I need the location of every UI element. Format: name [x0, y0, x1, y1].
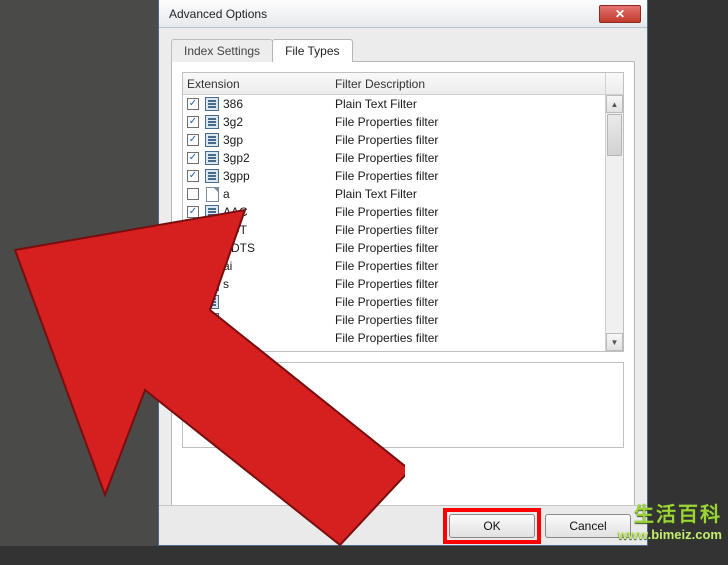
- group-label: be indexed?: [193, 371, 258, 385]
- watermark: 生活百科 www.bimeiz.com: [548, 486, 728, 546]
- row-checkbox[interactable]: ✓: [187, 206, 199, 218]
- table-row[interactable]: ✓ 3gp2File Properties filter: [183, 149, 623, 167]
- watermark-brand: 生活百科: [634, 498, 722, 527]
- close-button[interactable]: ✕: [599, 5, 641, 23]
- media-file-icon: [205, 205, 219, 219]
- table-row[interactable]: ✓ File Properties filter: [183, 293, 623, 311]
- row-checkbox[interactable]: ✓: [187, 242, 199, 254]
- watermark-url: www.bimeiz.com: [618, 527, 722, 542]
- row-filter: File Properties filter: [331, 313, 623, 327]
- media-file-icon: [205, 169, 219, 183]
- table-row[interactable]: ✓ aiFile Properties filter: [183, 257, 623, 275]
- row-extension: ADTS: [221, 241, 331, 255]
- media-file-icon: [205, 331, 219, 345]
- row-checkbox[interactable]: ✓: [187, 134, 199, 146]
- titlebar: Advanced Options ✕: [159, 0, 647, 28]
- table-row[interactable]: ✓ AACFile Properties filter: [183, 203, 623, 221]
- index-mode-group: be indexed? Only File Contents: [182, 362, 624, 448]
- list-header: Extension Filter Description: [183, 73, 623, 95]
- ok-button[interactable]: OK: [449, 514, 535, 538]
- row-extension: 3gp2: [221, 151, 331, 165]
- radio-label: File Contents: [211, 411, 282, 425]
- row-filter: File Properties filter: [331, 205, 623, 219]
- tab-strip: Index Settings File Types: [171, 38, 635, 61]
- row-extension: ADT: [221, 223, 331, 237]
- media-file-icon: [205, 313, 219, 327]
- radio-properties-only[interactable]: Only: [193, 391, 613, 405]
- tab-index-settings[interactable]: Index Settings: [171, 39, 273, 62]
- table-row[interactable]: ✓ File Properties filter: [183, 329, 623, 347]
- row-checkbox[interactable]: [187, 188, 199, 200]
- row-filter: File Properties filter: [331, 295, 623, 309]
- row-extension: 386: [221, 97, 331, 111]
- table-row[interactable]: ✓ ADTFile Properties filter: [183, 221, 623, 239]
- table-row[interactable]: ✓ 3gpFile Properties filter: [183, 131, 623, 149]
- media-file-icon: [205, 115, 219, 129]
- row-checkbox[interactable]: ✓: [187, 260, 199, 272]
- scroll-down-button[interactable]: ▼: [606, 333, 623, 351]
- row-extension: a: [221, 187, 331, 201]
- radio-properties-and-contents[interactable]: File Contents: [193, 411, 613, 425]
- row-filter: File Properties filter: [331, 277, 623, 291]
- close-icon: ✕: [615, 8, 625, 20]
- tab-panel-file-types: Extension Filter Description ✓386Plain T…: [171, 61, 635, 539]
- vertical-scrollbar[interactable]: ▲ ▼: [605, 95, 623, 351]
- row-extension: 3gpp: [221, 169, 331, 183]
- row-checkbox[interactable]: ✓: [187, 278, 199, 290]
- column-header-extension[interactable]: Extension: [183, 77, 331, 91]
- media-file-icon: [205, 151, 219, 165]
- row-checkbox[interactable]: ✓: [187, 116, 199, 128]
- media-file-icon: [205, 241, 219, 255]
- row-checkbox[interactable]: ✓: [187, 224, 199, 236]
- blank-file-icon: [206, 259, 219, 274]
- table-row[interactable]: aPlain Text Filter: [183, 185, 623, 203]
- row-filter: File Properties filter: [331, 133, 623, 147]
- backdrop: [0, 0, 160, 546]
- row-filter: File Properties filter: [331, 115, 623, 129]
- media-file-icon: [205, 295, 219, 309]
- table-row[interactable]: ✓ File Properties filter: [183, 311, 623, 329]
- table-row[interactable]: ✓ 386Plain Text Filter: [183, 95, 623, 113]
- table-row[interactable]: ✓ 3gppFile Properties filter: [183, 167, 623, 185]
- row-filter: Plain Text Filter: [331, 187, 623, 201]
- row-filter: File Properties filter: [331, 151, 623, 165]
- row-filter: File Properties filter: [331, 241, 623, 255]
- row-filter: File Properties filter: [331, 223, 623, 237]
- table-row[interactable]: ✓ 3g2File Properties filter: [183, 113, 623, 131]
- row-checkbox[interactable]: ✓: [187, 296, 199, 308]
- row-checkbox[interactable]: ✓: [187, 332, 199, 344]
- media-file-icon: [205, 223, 219, 237]
- dialog-title: Advanced Options: [169, 7, 593, 21]
- row-extension: s: [221, 277, 331, 291]
- radio-icon: [193, 392, 205, 404]
- row-filter: Plain Text Filter: [331, 97, 623, 111]
- row-extension: 3g2: [221, 115, 331, 129]
- row-checkbox[interactable]: ✓: [187, 98, 199, 110]
- row-extension: ai: [221, 259, 331, 273]
- row-filter: File Properties filter: [331, 331, 623, 345]
- row-filter: File Properties filter: [331, 259, 623, 273]
- radio-label: Only: [211, 391, 236, 405]
- table-row[interactable]: ✓ ADTSFile Properties filter: [183, 239, 623, 257]
- table-row[interactable]: ✓ sFile Properties filter: [183, 275, 623, 293]
- row-checkbox[interactable]: ✓: [187, 152, 199, 164]
- row-checkbox[interactable]: ✓: [187, 314, 199, 326]
- row-extension: 3gp: [221, 133, 331, 147]
- row-extension: AAC: [221, 205, 331, 219]
- media-file-icon: [205, 277, 219, 291]
- blank-file-icon: [206, 187, 219, 202]
- advanced-options-dialog: Advanced Options ✕ Index Settings File T…: [158, 0, 648, 546]
- row-checkbox[interactable]: ✓: [187, 170, 199, 182]
- media-file-icon: [205, 133, 219, 147]
- scroll-up-button[interactable]: ▲: [606, 95, 623, 113]
- row-filter: File Properties filter: [331, 169, 623, 183]
- media-file-icon: [205, 97, 219, 111]
- column-header-filter[interactable]: Filter Description: [331, 77, 605, 91]
- tab-file-types[interactable]: File Types: [272, 39, 352, 62]
- scroll-thumb[interactable]: [607, 114, 622, 156]
- radio-icon: [193, 412, 205, 424]
- file-types-list: Extension Filter Description ✓386Plain T…: [182, 72, 624, 352]
- column-header-scroll-gap: [605, 73, 623, 94]
